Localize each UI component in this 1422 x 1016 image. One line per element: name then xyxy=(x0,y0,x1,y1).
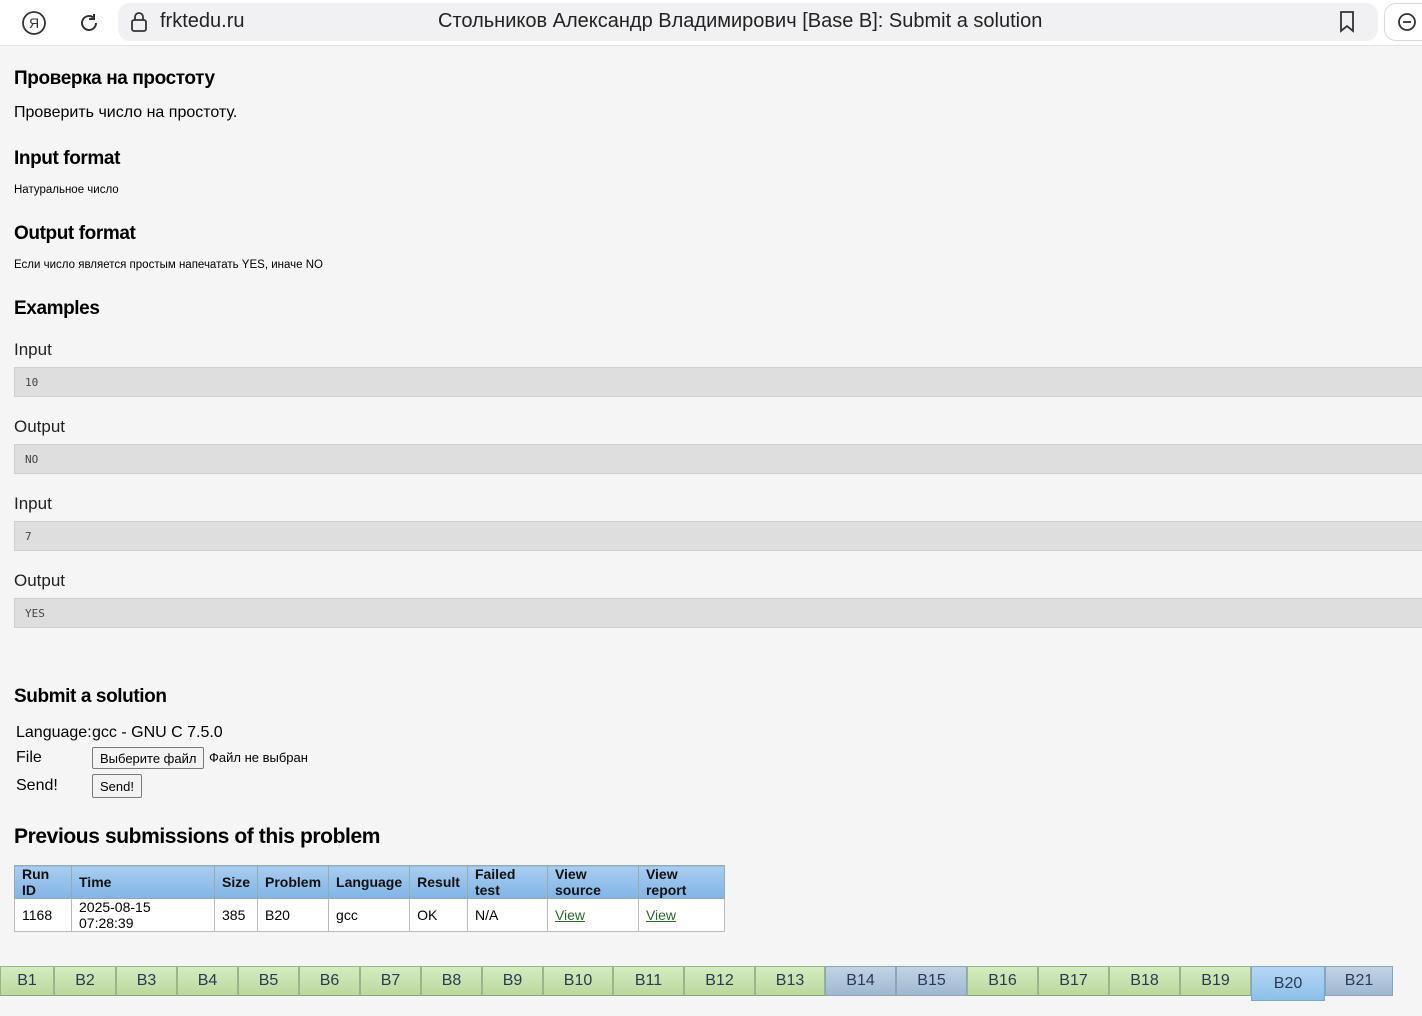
language-value: gcc - GNU C 7.5.0 xyxy=(92,724,223,741)
tab-b5[interactable]: B5 xyxy=(238,966,299,996)
tab-b19[interactable]: B19 xyxy=(1180,966,1251,996)
input-format-text: Натуральное число xyxy=(14,184,119,196)
column-header: Language xyxy=(328,865,411,899)
view-report-link[interactable]: View xyxy=(646,907,676,923)
column-header: Failed test xyxy=(466,865,548,899)
examples-heading: Examples xyxy=(14,298,100,319)
file-label: File xyxy=(16,749,42,766)
time-cell: 2025-08-15 07:28:39 xyxy=(71,898,215,932)
browser-toolbar: Я frktedu.ru Стольников Александр Владим… xyxy=(0,0,1422,46)
table-row: 1168 2025-08-15 07:28:39 385 B20 gcc OK … xyxy=(14,898,725,932)
view-source-cell: View xyxy=(546,898,639,932)
choose-file-button[interactable]: Выберите файл xyxy=(92,747,205,769)
lock-icon xyxy=(130,11,148,38)
send-label: Send! xyxy=(16,777,58,794)
send-button[interactable]: Send! xyxy=(92,774,142,798)
tab-b17[interactable]: B17 xyxy=(1038,966,1109,996)
tab-b20[interactable]: B20 xyxy=(1251,966,1325,1001)
example-input-label: Input xyxy=(14,494,52,513)
reload-icon[interactable] xyxy=(74,8,104,38)
tab-b4[interactable]: B4 xyxy=(177,966,238,996)
output-format-heading: Output format xyxy=(14,223,136,244)
example-output-box: YES xyxy=(14,598,1422,628)
column-header: View source xyxy=(546,865,639,899)
submissions-heading: Previous submissions of this problem xyxy=(14,825,381,848)
problem-statement: Проверить число на простоту. xyxy=(14,104,238,121)
language-label: Language: xyxy=(16,724,92,741)
example-output-label: Output xyxy=(14,417,66,436)
bookmark-icon[interactable] xyxy=(1336,9,1358,40)
input-format-heading: Input format xyxy=(14,148,121,169)
tab-b7[interactable]: B7 xyxy=(360,966,421,996)
example-input-label: Input xyxy=(14,340,52,359)
example-output-label: Output xyxy=(14,571,66,590)
file-status-text: Файл не выбран xyxy=(209,750,308,765)
tab-b14[interactable]: B14 xyxy=(825,966,896,996)
language-cell: gcc xyxy=(328,898,411,932)
size-cell: 385 xyxy=(213,898,259,932)
tab-b15[interactable]: B15 xyxy=(896,966,967,996)
column-header: Problem xyxy=(257,865,330,899)
tab-b6[interactable]: B6 xyxy=(299,966,360,996)
example-output-box: NO xyxy=(14,444,1422,474)
problem-title: Проверка на простоту xyxy=(14,68,215,89)
column-header: View report xyxy=(637,865,725,899)
problem-tabs: B1 B2 B3 B4 B5 B6 B7 B8 B9 B10 B11 B12 B13 B14 B15 B16 B… xyxy=(0,966,1393,1001)
tab-b16[interactable]: B16 xyxy=(967,966,1038,996)
yandex-logo-icon[interactable]: Я xyxy=(19,8,49,38)
column-header: Time xyxy=(71,865,215,899)
example-input-box: 10 xyxy=(14,367,1422,397)
problem-cell: B20 xyxy=(257,898,330,932)
view-source-link[interactable]: View xyxy=(555,907,585,923)
table-header-row: Run ID Time Size Problem Language Result… xyxy=(14,865,725,899)
tab-b11[interactable]: B11 xyxy=(613,966,684,996)
output-format-text: Если число является простым напечатать Y… xyxy=(14,259,323,271)
tab-b2[interactable]: B2 xyxy=(54,966,116,996)
column-header: Run ID xyxy=(14,865,72,899)
tab-b3[interactable]: B3 xyxy=(116,966,177,996)
page-tab-title: Стольников Александр Владимирович [Base … xyxy=(438,10,1043,32)
tab-b18[interactable]: B18 xyxy=(1109,966,1180,996)
chat-icon[interactable] xyxy=(1396,11,1418,38)
tab-b8[interactable]: B8 xyxy=(421,966,482,996)
example-input-box: 7 xyxy=(14,521,1422,551)
tab-b12[interactable]: B12 xyxy=(684,966,755,996)
submit-heading: Submit a solution xyxy=(14,686,167,707)
view-report-cell: View xyxy=(637,898,725,932)
submissions-table: Run ID Time Size Problem Language Result… xyxy=(14,865,725,932)
svg-text:Я: Я xyxy=(29,15,39,31)
column-header: Result xyxy=(409,865,468,899)
tab-b1[interactable]: B1 xyxy=(0,966,54,996)
tab-b13[interactable]: B13 xyxy=(755,966,825,996)
run-id-cell: 1168 xyxy=(14,898,72,932)
failed-test-cell: N/A xyxy=(466,898,548,932)
tab-b9[interactable]: B9 xyxy=(482,966,543,996)
tab-b21[interactable]: B21 xyxy=(1325,966,1393,996)
address-domain[interactable]: frktedu.ru xyxy=(160,10,244,33)
column-header: Size xyxy=(213,865,259,899)
tab-b10[interactable]: B10 xyxy=(543,966,613,996)
result-cell: OK xyxy=(409,898,468,932)
